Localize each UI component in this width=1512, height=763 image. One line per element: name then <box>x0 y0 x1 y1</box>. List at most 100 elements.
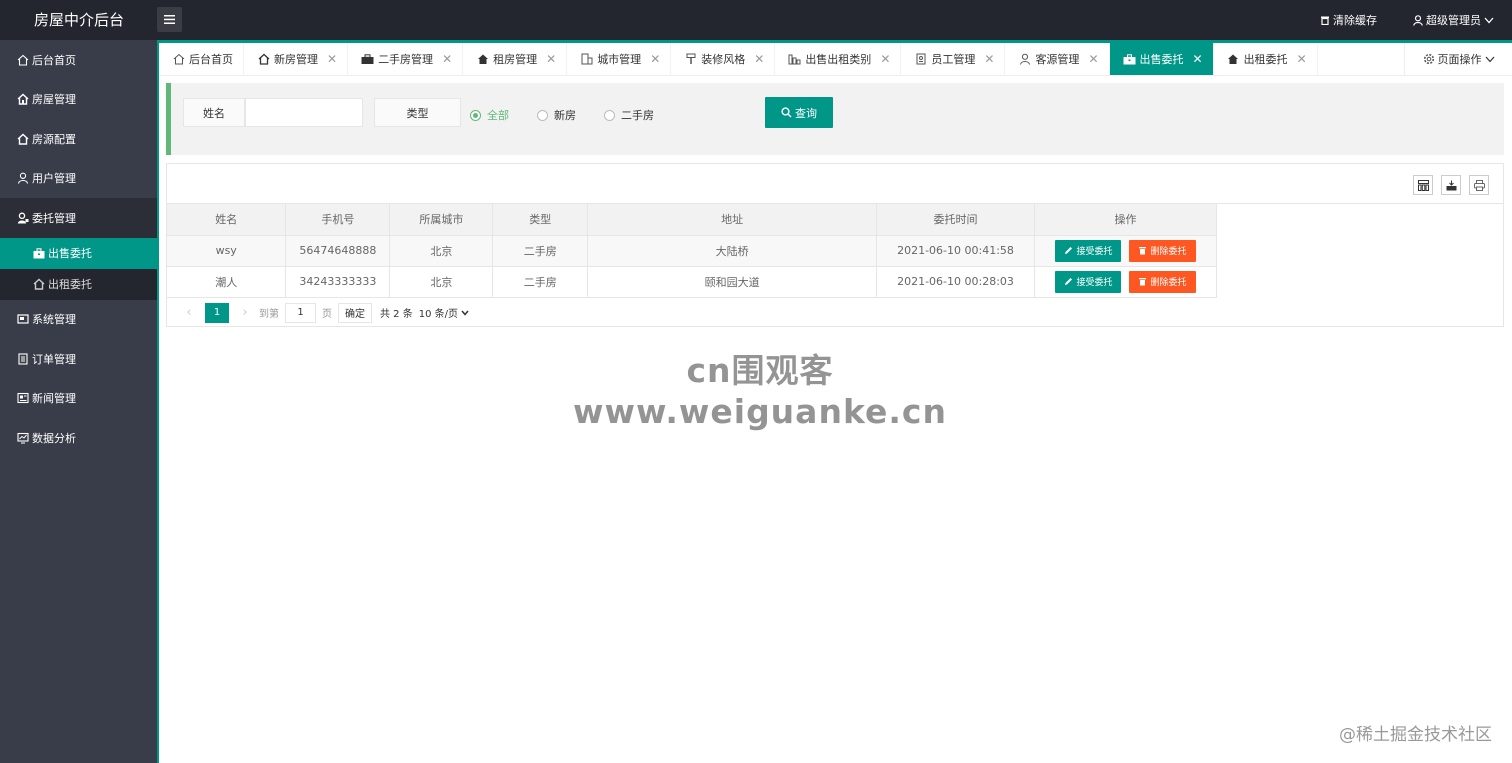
current-page[interactable]: 1 <box>205 302 229 323</box>
tab-rent-delegate[interactable]: 出租委托 ✕ <box>1214 43 1318 75</box>
briefcase-icon <box>33 247 45 259</box>
gear-icon <box>1423 53 1434 65</box>
columns-icon <box>1417 179 1429 191</box>
news-icon <box>17 392 29 404</box>
page-operations-menu[interactable]: 页面操作 <box>1404 43 1512 75</box>
tab-decoration[interactable]: 装修风格 ✕ <box>671 43 776 75</box>
tab-sale-delegate[interactable]: 出售委托 ✕ <box>1109 43 1214 75</box>
delete-delegate-button[interactable]: 删除委托 <box>1129 270 1196 293</box>
sidebar-item-news[interactable]: 新闻管理 <box>0 379 158 419</box>
radio-label: 二手房 <box>621 109 654 122</box>
delete-delegate-button[interactable]: 删除委托 <box>1129 239 1196 262</box>
close-icon[interactable]: ✕ <box>546 52 556 66</box>
radio-second-hand[interactable]: 二手房 <box>604 107 654 123</box>
prev-page-icon[interactable]: ‹ <box>179 305 199 320</box>
tab-category[interactable]: 出售出租类别 ✕ <box>775 43 902 75</box>
next-page-icon[interactable]: › <box>235 305 255 320</box>
cell-time: 2021-06-10 00:28:03 <box>876 266 1035 297</box>
sidebar-item-order[interactable]: 订单管理 <box>0 339 158 379</box>
home-icon <box>172 53 185 66</box>
chevron-down-icon <box>1484 17 1494 23</box>
sidebar-submenu-delegate: 出售委托 出租委托 <box>0 237 158 300</box>
hamburger-icon <box>164 15 175 24</box>
page-operations-label: 页面操作 <box>1437 53 1482 66</box>
sidebar-item-delegate[interactable]: 委托管理 <box>0 198 158 238</box>
top-header: 房屋中介后台 清除缓存 超级管理员 <box>0 0 1512 40</box>
goto-page-input[interactable]: 1 <box>285 302 316 323</box>
radio-all[interactable]: 全部 <box>470 107 509 123</box>
name-input[interactable] <box>245 98 363 127</box>
radio-dot <box>470 109 481 121</box>
clear-cache-button[interactable]: 清除缓存 <box>1302 12 1395 28</box>
column-header[interactable]: 姓名 <box>167 204 287 235</box>
sidebar-subitem-rent-delegate[interactable]: 出租委托 <box>0 269 158 300</box>
tab-label: 城市管理 <box>597 53 642 66</box>
tab-city[interactable]: 城市管理 ✕ <box>567 43 672 75</box>
sidebar-item-user[interactable]: 用户管理 <box>0 159 158 199</box>
close-icon[interactable]: ✕ <box>1193 52 1203 66</box>
chevron-down-icon <box>1485 56 1494 62</box>
cell-phone: 56474648888 <box>285 235 391 266</box>
print-icon <box>1473 179 1485 191</box>
tab-rent-house[interactable]: 租房管理 ✕ <box>463 43 568 75</box>
truck-icon <box>361 53 374 66</box>
close-icon[interactable]: ✕ <box>650 52 660 66</box>
user-name: 超级管理员 <box>1426 14 1481 27</box>
page-size-value: 10 条/页 <box>418 309 459 320</box>
tab-staff[interactable]: 员工管理 ✕ <box>901 43 1006 75</box>
close-icon[interactable]: ✕ <box>754 52 764 66</box>
tab-label: 装修风格 <box>701 53 746 66</box>
watermark-corner: @稀土掘金技术社区 <box>1339 725 1492 745</box>
sidebar-item-house-config[interactable]: 房源配置 <box>0 119 158 159</box>
search-panel: 姓名 类型 全部 新房 二手房 查询 <box>166 83 1504 155</box>
user-menu[interactable]: 超级管理员 <box>1395 12 1512 28</box>
building-icon <box>580 53 593 66</box>
accept-delegate-button[interactable]: 接受委托 <box>1055 239 1122 262</box>
accept-delegate-button[interactable]: 接受委托 <box>1055 270 1122 293</box>
column-header[interactable]: 所属城市 <box>389 204 494 235</box>
house-icon <box>17 93 29 105</box>
export-button[interactable] <box>1441 175 1461 195</box>
sidebar-subitem-sale-delegate[interactable]: 出售委托 <box>0 237 158 269</box>
close-icon[interactable]: ✕ <box>1088 52 1098 66</box>
cell-name: 潮人 <box>167 266 287 297</box>
menu-toggle-button[interactable] <box>157 7 182 32</box>
house-icon <box>1227 53 1240 66</box>
column-header[interactable]: 委托时间 <box>876 204 1035 235</box>
tab-customer[interactable]: 客源管理 ✕ <box>1005 43 1110 75</box>
tab-new-house[interactable]: 新房管理 ✕ <box>244 43 349 75</box>
table-row: 潮人 34243333333 北京 二手房 颐和园大道 2021-06-10 0… <box>167 266 1218 297</box>
close-icon[interactable]: ✕ <box>1297 52 1307 66</box>
page-size-select[interactable]: 10 条/页 <box>419 303 469 323</box>
tab-label: 出售委托 <box>1139 53 1184 66</box>
sidebar-item-home[interactable]: 后台首页 <box>0 40 158 80</box>
column-header[interactable]: 类型 <box>492 204 589 235</box>
column-header[interactable]: 手机号 <box>285 204 391 235</box>
edit-icon <box>1065 247 1073 254</box>
close-icon[interactable]: ✕ <box>442 52 452 66</box>
category-icon <box>788 53 801 66</box>
sidebar-item-system[interactable]: 系统管理 <box>0 300 158 340</box>
delegate-table-panel: 姓名 手机号 所属城市 类型 地址 委托时间 操作 wsy 5647464888… <box>166 163 1504 327</box>
close-icon[interactable]: ✕ <box>327 52 337 66</box>
radio-label: 全部 <box>487 109 509 122</box>
column-header[interactable]: 地址 <box>587 204 878 235</box>
print-button[interactable] <box>1469 175 1489 195</box>
close-icon[interactable]: ✕ <box>880 52 890 66</box>
delegate-table: 姓名 手机号 所属城市 类型 地址 委托时间 操作 wsy 5647464888… <box>167 204 1218 298</box>
sidebar-item-analytics[interactable]: 数据分析 <box>0 418 158 458</box>
goto-confirm-button[interactable]: 确定 <box>338 302 372 323</box>
tab-label: 二手房管理 <box>378 53 434 66</box>
search-button[interactable]: 查询 <box>765 97 833 128</box>
sidebar-item-label: 房屋管理 <box>32 93 76 107</box>
tab-label: 租房管理 <box>493 53 538 66</box>
delete-label: 删除委托 <box>1150 247 1187 257</box>
delegate-icon <box>17 212 29 224</box>
columns-filter-button[interactable] <box>1413 175 1433 195</box>
sidebar-item-house[interactable]: 房屋管理 <box>0 80 158 120</box>
tab-second-hand[interactable]: 二手房管理 ✕ <box>348 43 464 75</box>
radio-new-house[interactable]: 新房 <box>537 107 576 123</box>
tab-home[interactable]: 后台首页 <box>159 43 244 75</box>
close-icon[interactable]: ✕ <box>984 52 994 66</box>
tab-label: 出售出租类别 <box>805 53 872 66</box>
